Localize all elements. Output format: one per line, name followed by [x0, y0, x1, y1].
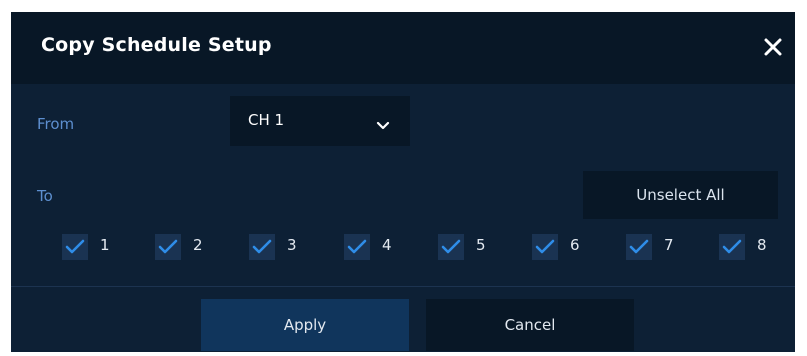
checkbox-checked-icon	[249, 234, 275, 260]
to-label: To	[37, 187, 53, 205]
channel-number: 7	[664, 236, 674, 254]
dialog-titlebar: Copy Schedule Setup	[11, 12, 795, 84]
channel-number: 5	[476, 236, 486, 254]
checkbox-checked-icon	[155, 234, 181, 260]
channel-checkbox-6[interactable]: 6	[532, 230, 596, 262]
checkbox-checked-icon	[532, 234, 558, 260]
channel-checkbox-8[interactable]: 8	[719, 230, 783, 262]
from-label: From	[37, 115, 75, 133]
close-icon[interactable]	[762, 36, 784, 58]
checkbox-checked-icon	[438, 234, 464, 260]
channel-number: 4	[382, 236, 392, 254]
from-channel-select[interactable]: CH 1	[230, 96, 410, 146]
channel-checkbox-row: 1 2 3 4 5 6 7 8	[11, 230, 795, 262]
channel-checkbox-5[interactable]: 5	[438, 230, 502, 262]
apply-button[interactable]: Apply	[201, 299, 409, 351]
checkbox-checked-icon	[62, 234, 88, 260]
channel-checkbox-2[interactable]: 2	[155, 230, 219, 262]
channel-number: 1	[100, 236, 110, 254]
channel-checkbox-4[interactable]: 4	[344, 230, 408, 262]
from-channel-value: CH 1	[248, 111, 285, 129]
copy-schedule-dialog: Copy Schedule Setup From CH 1 To Unselec…	[11, 12, 795, 352]
dialog-title: Copy Schedule Setup	[41, 34, 272, 56]
channel-number: 3	[287, 236, 297, 254]
checkbox-checked-icon	[344, 234, 370, 260]
chevron-down-icon	[376, 116, 390, 130]
channel-checkbox-1[interactable]: 1	[62, 230, 126, 262]
channel-number: 8	[757, 236, 767, 254]
channel-number: 2	[193, 236, 203, 254]
cancel-button[interactable]: Cancel	[426, 299, 634, 351]
channel-checkbox-3[interactable]: 3	[249, 230, 313, 262]
checkbox-checked-icon	[626, 234, 652, 260]
unselect-all-button[interactable]: Unselect All	[583, 171, 778, 219]
channel-number: 6	[570, 236, 580, 254]
checkbox-checked-icon	[719, 234, 745, 260]
footer-divider	[11, 286, 795, 287]
channel-checkbox-7[interactable]: 7	[626, 230, 690, 262]
